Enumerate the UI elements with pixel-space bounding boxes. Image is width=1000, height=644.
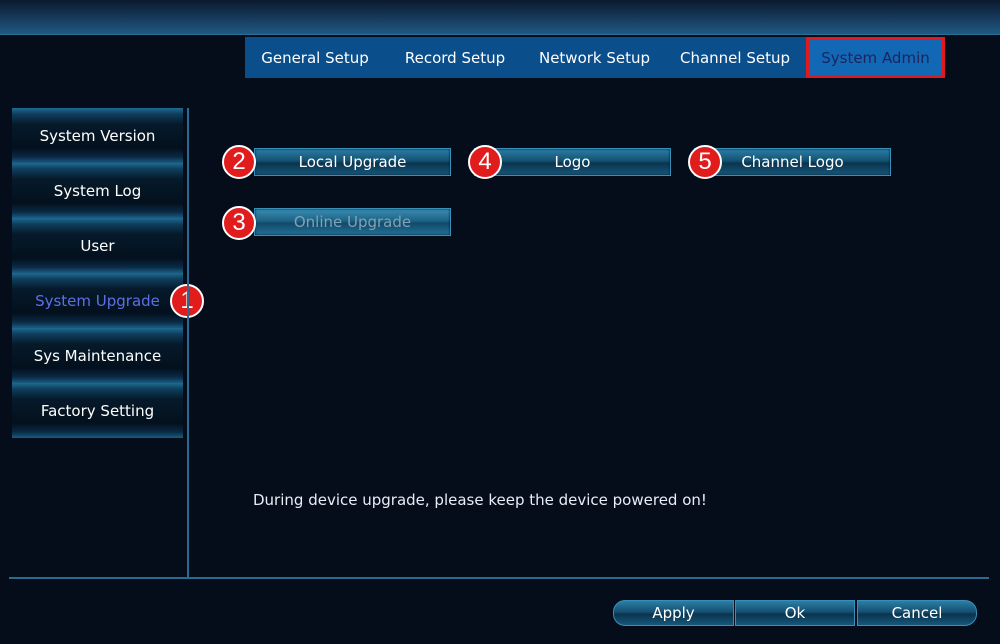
sidebar-item-system-log[interactable]: System Log xyxy=(12,163,183,218)
sidebar-item-system-upgrade[interactable]: System Upgrade xyxy=(12,273,183,328)
tab-network-setup[interactable]: Network Setup xyxy=(525,37,664,78)
channel-logo-button[interactable]: Channel Logo xyxy=(694,148,891,176)
cancel-button[interactable]: Cancel xyxy=(857,600,977,626)
horizontal-divider xyxy=(9,577,989,579)
online-upgrade-button[interactable]: Online Upgrade xyxy=(254,208,451,236)
callout-badge-4: 4 xyxy=(468,145,502,179)
tab-system-admin[interactable]: System Admin xyxy=(806,37,945,78)
vertical-divider xyxy=(187,108,189,578)
sidebar: System Version System Log User System Up… xyxy=(12,108,183,438)
callout-badge-3: 3 xyxy=(222,206,256,240)
callout-badge-5: 5 xyxy=(688,145,722,179)
sidebar-item-sys-maintenance[interactable]: Sys Maintenance xyxy=(12,328,183,383)
apply-button[interactable]: Apply xyxy=(613,600,734,626)
title-bar xyxy=(0,0,1000,35)
local-upgrade-button[interactable]: Local Upgrade xyxy=(254,148,451,176)
tab-channel-setup[interactable]: Channel Setup xyxy=(664,37,806,78)
tab-record-setup[interactable]: Record Setup xyxy=(385,37,525,78)
top-tab-bar: General Setup Record Setup Network Setup… xyxy=(245,37,945,78)
sidebar-item-factory-setting[interactable]: Factory Setting xyxy=(12,383,183,438)
tab-general-setup[interactable]: General Setup xyxy=(245,37,385,78)
ok-button[interactable]: Ok xyxy=(735,600,855,626)
sidebar-item-system-version[interactable]: System Version xyxy=(12,108,183,163)
callout-badge-2: 2 xyxy=(222,145,256,179)
sidebar-item-user[interactable]: User xyxy=(12,218,183,273)
upgrade-notice: During device upgrade, please keep the d… xyxy=(253,491,707,509)
logo-button[interactable]: Logo xyxy=(474,148,671,176)
